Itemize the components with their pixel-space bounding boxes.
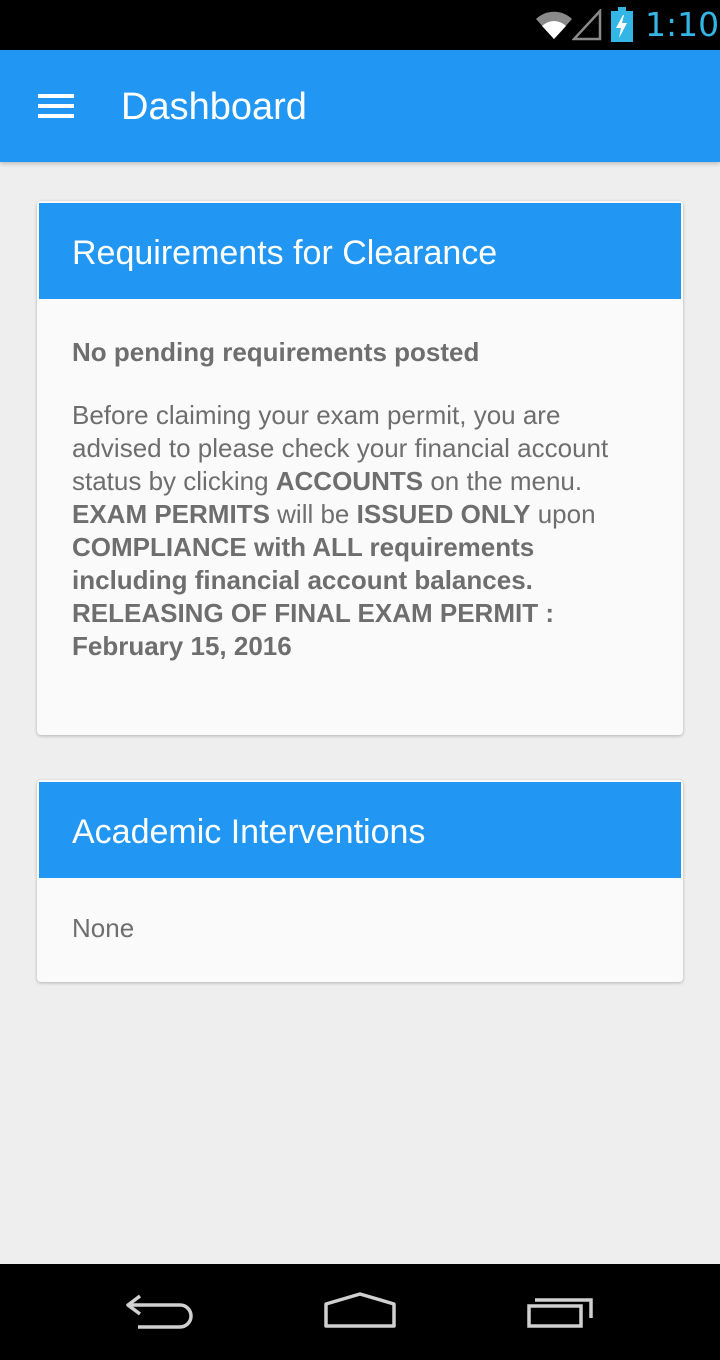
app-bar: Dashboard xyxy=(0,50,720,162)
back-icon[interactable] xyxy=(120,1288,200,1336)
interventions-card-header: Academic Interventions xyxy=(39,782,681,878)
status-clock: 1:10 xyxy=(645,5,720,44)
notice-emphasis: RELEASING OF FINAL EXAM PERMIT : Februar… xyxy=(72,598,554,661)
status-bar: 1:10 xyxy=(0,0,720,50)
notice-text: will be xyxy=(269,499,357,529)
signal-icon xyxy=(572,9,602,41)
interventions-card: Academic Interventions None xyxy=(37,780,683,982)
notice-emphasis: EXAM PERMITS xyxy=(72,499,270,529)
hamburger-menu-icon[interactable] xyxy=(28,86,84,126)
battery-charging-icon xyxy=(611,7,633,42)
notice-emphasis: ACCOUNTS xyxy=(275,466,424,496)
clearance-card-title: Requirements for Clearance xyxy=(72,234,498,272)
notice-emphasis: COMPLIANCE with ALL requirements includi… xyxy=(72,532,535,595)
recent-apps-icon[interactable] xyxy=(522,1288,602,1336)
interventions-content: None xyxy=(72,913,135,943)
clearance-notice: Before claiming your exam permit, you ar… xyxy=(72,399,652,663)
wifi-icon xyxy=(536,11,572,39)
clearance-subtitle: No pending requirements posted xyxy=(72,337,480,367)
clearance-card-header: Requirements for Clearance xyxy=(39,203,681,299)
notice-emphasis: ISSUED ONLY xyxy=(356,499,531,529)
home-icon[interactable] xyxy=(320,1288,400,1336)
interventions-card-title: Academic Interventions xyxy=(72,813,426,851)
page-title: Dashboard xyxy=(121,86,307,128)
navigation-bar xyxy=(0,1264,720,1360)
notice-text: on the menu. xyxy=(423,466,583,496)
notice-text: upon xyxy=(530,499,596,529)
clearance-card: Requirements for Clearance No pending re… xyxy=(37,201,683,735)
